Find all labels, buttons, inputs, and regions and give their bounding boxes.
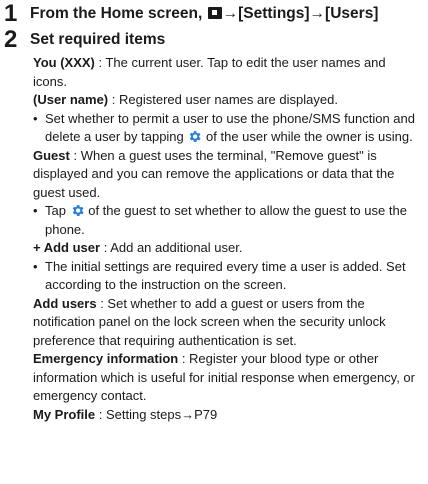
item-term: Guest bbox=[33, 147, 70, 163]
gear-icon bbox=[190, 131, 201, 142]
item-text: Registered user names are displayed. bbox=[118, 92, 338, 107]
bullet-item: The initial settings are required every … bbox=[33, 258, 423, 295]
step-title: Set required items bbox=[30, 31, 166, 48]
step-title-prefix: From the Home screen, bbox=[30, 5, 203, 22]
item-add-users: Add users : Set whether to add a guest o… bbox=[33, 295, 386, 348]
bullet-item: Set whether to permit a user to use the … bbox=[33, 110, 423, 147]
item-guest: Guest : When a guest uses the terminal, … bbox=[33, 147, 395, 200]
item-text: When a guest uses the terminal, "Remove … bbox=[33, 147, 395, 200]
step-2: 2 Set required items bbox=[4, 26, 165, 54]
item-term: Emergency information bbox=[33, 351, 179, 366]
step-number: 1 bbox=[4, 0, 17, 27]
step-1: 1 From the Home screen, →[Settings]→[Use… bbox=[4, 0, 378, 28]
item-term: (User name) bbox=[33, 92, 109, 107]
item-term: Add users bbox=[33, 295, 97, 311]
item-emergency-information: Emergency information : Register your bl… bbox=[33, 351, 415, 403]
item-add-user: + Add user : Add an additional user. bbox=[33, 240, 243, 255]
item-you: You (XXX) : The current user. Tap to edi… bbox=[33, 55, 386, 89]
bullet-item: Tap of the guest to set whether to allow… bbox=[33, 202, 423, 239]
item-term: You (XXX) bbox=[33, 55, 95, 70]
item-text: Add an additional user. bbox=[110, 240, 243, 255]
item-term: My Profile bbox=[33, 406, 96, 422]
item-user-name: (User name) : Registered user names are … bbox=[33, 92, 338, 107]
step-number: 2 bbox=[4, 26, 17, 53]
item-term: + Add user bbox=[33, 240, 101, 255]
step-title-suffix: →[Settings]→[Users] bbox=[222, 5, 379, 22]
item-text: Setting steps→P79 bbox=[105, 406, 218, 422]
step-title: From the Home screen, →[Settings]→[Users… bbox=[30, 0, 378, 28]
gear-icon bbox=[72, 205, 84, 216]
home-key-icon bbox=[207, 7, 222, 19]
settings-description: You (XXX) : The current user. Tap to edi… bbox=[33, 54, 423, 424]
item-my-profile: My Profile : Setting steps→P79 bbox=[33, 406, 218, 422]
